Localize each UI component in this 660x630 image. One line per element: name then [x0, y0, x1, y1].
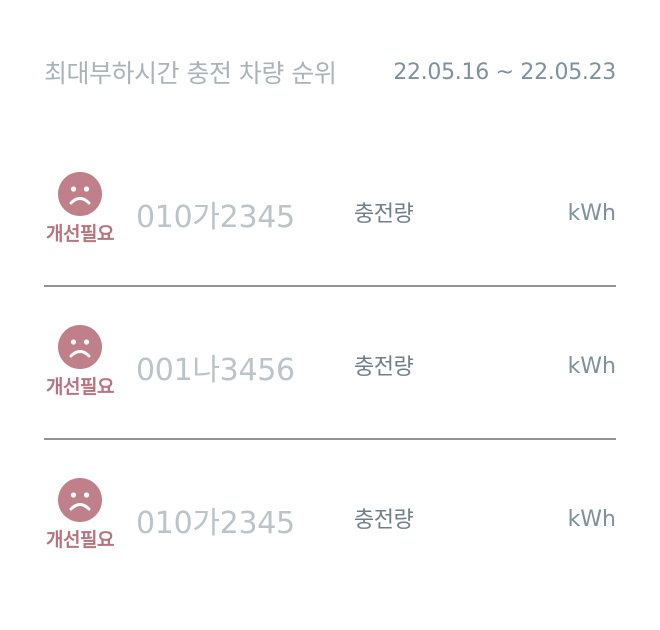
- list-item[interactable]: 개선필요 010가2345 충전량 kWh: [44, 134, 616, 287]
- charge-amount-label: 충전량: [354, 508, 414, 533]
- page-header: 최대부하시간 충전 차량 순위 22.05.16 ~ 22.05.23: [44, 52, 616, 92]
- list-item[interactable]: 개선필요 010가2345 충전량 kWh: [44, 440, 616, 593]
- charge-amount-label: 충전량: [354, 202, 414, 227]
- list-item[interactable]: 개선필요 001나3456 충전량 kWh: [44, 287, 616, 440]
- unit-label: kWh: [567, 354, 616, 379]
- status-label: 개선필요: [46, 223, 114, 245]
- sad-face-icon: [58, 172, 102, 216]
- vehicle-plate: 001나3456: [136, 353, 295, 388]
- status-label: 개선필요: [46, 529, 114, 551]
- status-label: 개선필요: [46, 376, 114, 398]
- unit-label: kWh: [567, 201, 616, 226]
- sad-face-icon: [58, 325, 102, 369]
- vehicle-plate: 010가2345: [136, 506, 295, 541]
- vehicle-plate: 010가2345: [136, 200, 295, 235]
- status-indicator: 개선필요: [44, 325, 116, 399]
- sad-face-icon: [58, 478, 102, 522]
- charge-amount-label: 충전량: [354, 355, 414, 380]
- status-indicator: 개선필요: [44, 478, 116, 552]
- page-title: 최대부하시간 충전 차량 순위: [44, 59, 337, 88]
- ranking-list: 개선필요 010가2345 충전량 kWh 개선필요 001나3456 충전량 …: [44, 134, 616, 593]
- unit-label: kWh: [567, 507, 616, 532]
- date-range: 22.05.16 ~ 22.05.23: [393, 59, 616, 85]
- status-indicator: 개선필요: [44, 172, 116, 246]
